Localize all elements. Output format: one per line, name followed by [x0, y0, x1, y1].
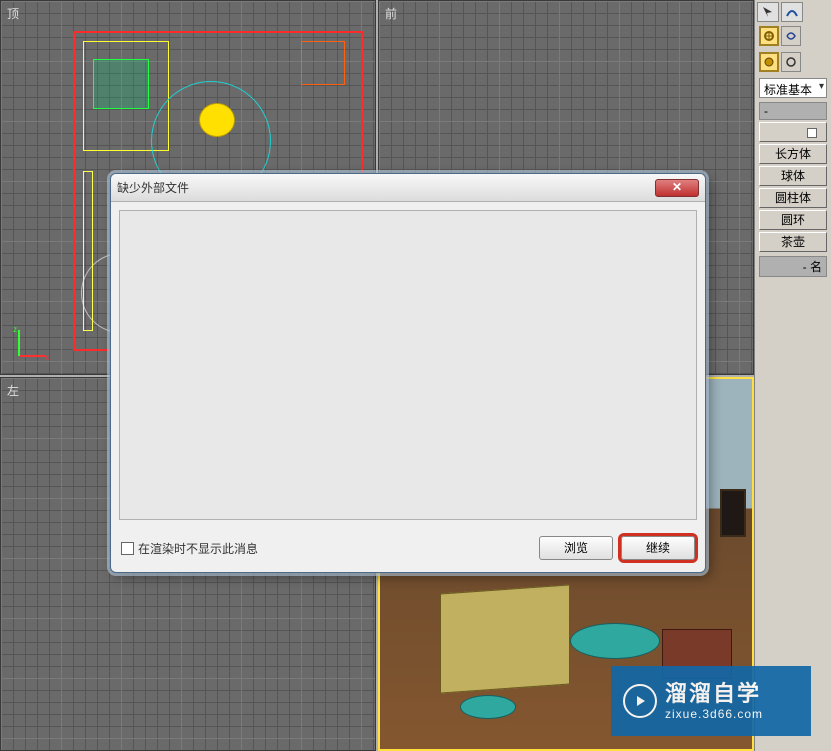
dialog-listbox[interactable] — [119, 210, 697, 520]
box-button[interactable]: 长方体 — [759, 144, 827, 164]
autogrid-checkbox[interactable] — [807, 128, 817, 138]
arrow-tool-icon[interactable] — [757, 2, 779, 22]
dropdown-label: 标准基本 — [764, 83, 812, 97]
dialog-title: 缺少外部文件 — [117, 179, 655, 196]
close-button[interactable]: ✕ — [655, 179, 699, 197]
perspective-furniture — [440, 584, 570, 693]
continue-button[interactable]: 继续 — [621, 536, 695, 560]
torus-button[interactable]: 圆环 — [759, 210, 827, 230]
continue-button-label: 继续 — [646, 541, 670, 555]
box-button-label: 长方体 — [775, 147, 811, 161]
create-tab-icon[interactable] — [759, 26, 779, 46]
dialog-footer: 在渲染时不显示此消息 浏览 继续 — [111, 528, 705, 568]
watermark-title: 溜溜自学 — [665, 681, 763, 707]
command-panel: 标准基本 - 长方体 球体 圆柱体 圆环 茶壶 - 名 — [754, 0, 831, 751]
viewport-label-left: 左 — [7, 382, 19, 399]
rollup-name-color[interactable]: - 名 — [759, 256, 827, 277]
checkbox-text: 在渲染时不显示此消息 — [138, 540, 258, 557]
autogrid-checkbox-row[interactable] — [759, 122, 827, 142]
top-toolbar — [755, 0, 831, 24]
axis-gizmo: x z — [11, 324, 51, 364]
svg-text:z: z — [13, 325, 17, 334]
missing-files-dialog: 缺少外部文件 ✕ 在渲染时不显示此消息 浏览 继续 — [110, 173, 706, 573]
teapot-button[interactable]: 茶壶 — [759, 232, 827, 252]
primitive-type-dropdown[interactable]: 标准基本 — [759, 78, 827, 98]
sphere-button-label: 球体 — [781, 169, 805, 183]
shapes-category-icon[interactable] — [781, 52, 801, 72]
sphere-button[interactable]: 球体 — [759, 166, 827, 186]
svg-text:x: x — [45, 353, 49, 362]
teapot-button-label: 茶壶 — [781, 235, 805, 249]
viewport-label-front: 前 — [385, 5, 397, 22]
cylinder-button[interactable]: 圆柱体 — [759, 188, 827, 208]
play-icon — [623, 684, 657, 718]
close-icon: ✕ — [672, 180, 682, 194]
browse-button-label: 浏览 — [564, 541, 588, 555]
perspective-tabletop — [570, 623, 660, 659]
category-row — [755, 50, 831, 76]
rollup-object-type[interactable]: - — [759, 102, 827, 120]
command-tabs — [755, 24, 831, 50]
viewport-label-top: 顶 — [7, 5, 19, 22]
perspective-stool — [460, 695, 516, 719]
arc-tool-icon[interactable] — [781, 2, 803, 22]
suppress-message-checkbox-label[interactable]: 在渲染时不显示此消息 — [121, 540, 531, 557]
cylinder-button-label: 圆柱体 — [775, 191, 811, 205]
dialog-titlebar[interactable]: 缺少外部文件 ✕ — [111, 174, 705, 202]
watermark-url: zixue.3d66.com — [665, 707, 763, 721]
watermark-banner: 溜溜自学 zixue.3d66.com — [611, 666, 811, 736]
torus-button-label: 圆环 — [781, 213, 805, 227]
modify-tab-icon[interactable] — [781, 26, 801, 46]
suppress-message-checkbox[interactable] — [121, 542, 134, 555]
geometry-category-icon[interactable] — [759, 52, 779, 72]
browse-button[interactable]: 浏览 — [539, 536, 613, 560]
perspective-wallart — [720, 489, 746, 537]
